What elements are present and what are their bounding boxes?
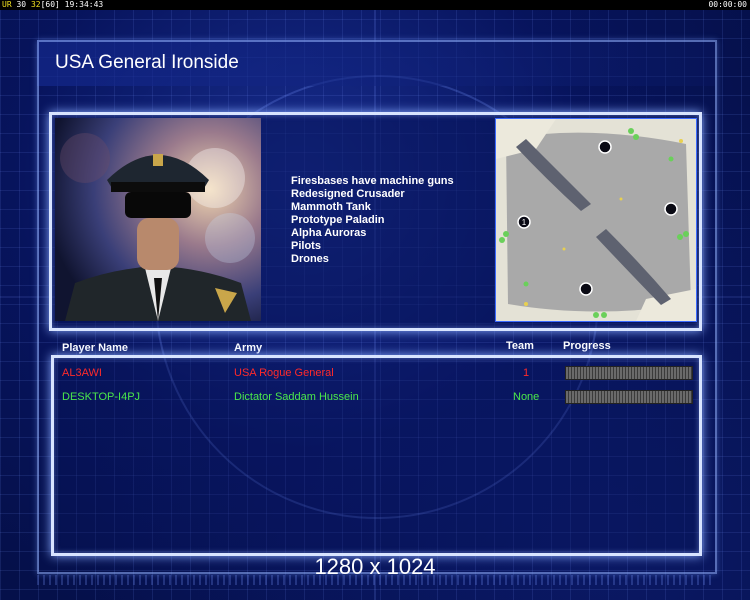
hud-limit: [60]: [40, 0, 60, 9]
general-features-list: Firesbases have machine guns Redesigned …: [291, 175, 454, 266]
hud-ur-label: UR: [2, 0, 12, 9]
player-army: USA Rogue General: [234, 367, 334, 379]
column-header-team: Team: [506, 340, 534, 352]
feature-item: Drones: [291, 253, 329, 265]
minimap-start-position-label: 1: [522, 218, 527, 227]
feature-item: Alpha Auroras: [291, 227, 367, 239]
player-name: AL3AWI: [62, 367, 102, 379]
hud-fps: 30: [16, 0, 27, 9]
hud-clock: 19:34:43: [64, 0, 104, 9]
players-panel: [51, 355, 702, 556]
feature-item: Prototype Paladin: [291, 214, 385, 226]
hud-frame: 32: [30, 0, 41, 9]
player-progress-bar: [565, 366, 693, 380]
feature-item: Redesigned Crusader: [291, 188, 405, 200]
column-header-player: Player Name: [62, 342, 129, 354]
debug-hud-bar: UR 30 32[60] 19:34:43 00:00:00: [0, 0, 750, 10]
hud-timer: 00:00:00: [708, 0, 747, 9]
column-header-progress: Progress: [563, 340, 611, 352]
player-team: 1: [523, 367, 530, 379]
minimap-image: 1: [495, 118, 697, 322]
page-title: USA General Ironside: [55, 52, 239, 73]
debug-hud-left: UR 30 32[60] 19:34:43: [2, 0, 103, 10]
player-team: None: [513, 391, 540, 403]
player-army: Dictator Saddam Hussein: [234, 391, 359, 403]
feature-item: Pilots: [291, 240, 321, 252]
loading-screen: UR 30 32[60] 19:34:43 00:00:00 USA Gener…: [0, 0, 750, 600]
general-portrait-image: [55, 118, 261, 321]
player-name: DESKTOP-I4PJ: [62, 391, 141, 403]
feature-item: Mammoth Tank: [291, 201, 371, 213]
column-header-army: Army: [234, 342, 263, 354]
feature-item: Firesbases have machine guns: [291, 175, 454, 187]
player-progress-bar: [565, 390, 693, 404]
bottom-decoration-band: [37, 575, 713, 585]
